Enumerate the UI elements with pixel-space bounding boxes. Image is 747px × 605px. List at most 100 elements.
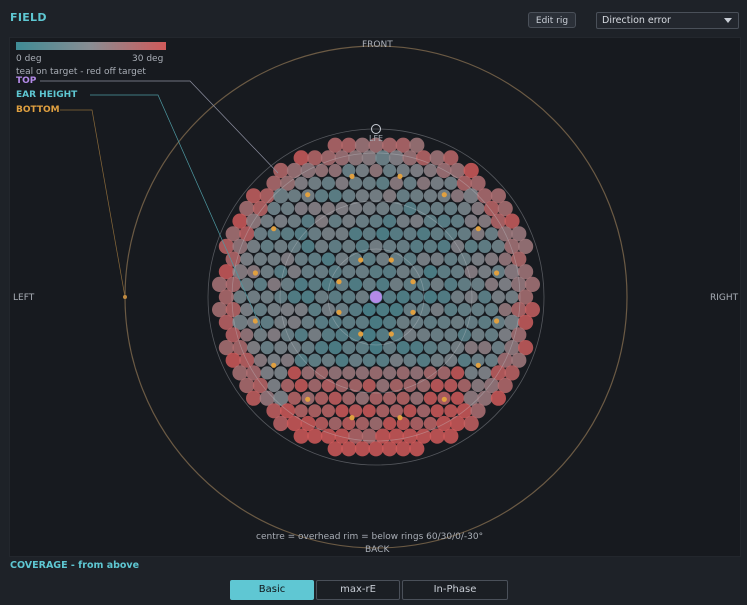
speaker-disc [464, 341, 478, 355]
speaker-disc [253, 353, 267, 367]
speaker-disc [308, 303, 322, 317]
speaker-disc [430, 176, 444, 190]
speaker-disc [369, 366, 383, 380]
speaker-disc [451, 265, 465, 279]
speaker-disc [430, 277, 444, 291]
speaker-disc [409, 441, 425, 457]
speaker-disc [382, 441, 398, 457]
speaker-disc [328, 416, 342, 431]
speaker-disc [315, 391, 329, 405]
speaker-disc [369, 341, 383, 355]
speaker-marker [358, 257, 364, 263]
speaker-disc [308, 176, 322, 190]
speaker-disc [308, 378, 322, 393]
speaker-disc [498, 328, 512, 342]
speaker-disc [240, 252, 254, 266]
speaker-disc [376, 378, 390, 393]
speaker-disc [341, 441, 357, 457]
speaker-disc [491, 341, 505, 355]
speaker-disc [335, 353, 349, 367]
tab-in-phase[interactable]: In-Phase [402, 580, 508, 600]
speaker-disc [281, 201, 295, 216]
speaker-disc [396, 189, 410, 203]
speaker-marker [336, 279, 342, 285]
speaker-disc [376, 252, 390, 266]
speaker-disc [485, 303, 499, 317]
tab-max-re[interactable]: max-rE [316, 580, 400, 600]
speaker-disc [267, 328, 281, 342]
direction-front: FRONT [362, 40, 393, 50]
speaker-disc [260, 315, 274, 329]
speaker-disc [362, 378, 376, 393]
speaker-disc [307, 428, 323, 444]
tab-basic[interactable]: Basic [230, 580, 314, 600]
speaker-disc [423, 239, 437, 253]
speaker-disc [396, 214, 410, 228]
speaker-disc [335, 404, 349, 418]
speaker-disc [355, 416, 369, 431]
speaker-marker [441, 396, 447, 402]
speaker-disc [457, 353, 471, 367]
speaker-disc [451, 391, 465, 405]
speaker-disc [362, 201, 376, 216]
speaker-disc [369, 189, 383, 203]
speaker-marker [388, 257, 394, 263]
speaker-disc [444, 201, 458, 216]
speaker-disc [369, 391, 383, 405]
speaker-disc [410, 163, 424, 178]
speaker-marker [494, 318, 500, 324]
speaker-disc [444, 227, 458, 241]
speaker-disc [315, 290, 329, 304]
speaker-marker [397, 415, 403, 421]
speaker-disc [267, 252, 281, 266]
speaker-disc [396, 315, 410, 329]
speaker-disc [471, 277, 485, 291]
speaker-disc [335, 378, 349, 393]
speaker-disc [396, 290, 410, 304]
speaker-disc [485, 353, 499, 367]
speaker-disc [444, 404, 458, 418]
speaker-disc [321, 201, 335, 216]
speaker-disc [376, 201, 390, 216]
speaker-disc [308, 201, 322, 216]
speaker-disc [253, 227, 267, 241]
speaker-disc [498, 277, 512, 291]
speaker-disc [315, 239, 329, 253]
speaker-disc [362, 303, 376, 317]
speaker-disc [478, 290, 492, 304]
speaker-disc [423, 265, 437, 279]
speaker-disc [253, 328, 267, 342]
speaker-disc [274, 265, 288, 279]
speaker-disc [342, 341, 356, 355]
speaker-disc [274, 341, 288, 355]
speaker-disc [403, 176, 417, 190]
speaker-disc [376, 277, 390, 291]
speaker-disc [287, 391, 301, 405]
speaker-disc [457, 277, 471, 291]
speaker-disc [349, 277, 363, 291]
speaker-disc [362, 176, 376, 190]
speaker-disc [281, 277, 295, 291]
speaker-disc [451, 214, 465, 228]
speaker-disc [396, 366, 410, 380]
speaker-disc [274, 214, 288, 228]
view-mode-select[interactable]: Direction error [596, 12, 739, 29]
speaker-disc [430, 404, 444, 418]
speaker-disc [457, 303, 471, 317]
speaker-disc [287, 189, 301, 203]
speaker-disc [321, 328, 335, 342]
speaker-disc [444, 252, 458, 266]
speaker-disc [410, 290, 424, 304]
speaker-disc [293, 428, 309, 444]
speaker-disc [388, 150, 404, 166]
edit-rig-button[interactable]: Edit rig [528, 12, 576, 28]
speaker-disc [430, 201, 444, 216]
scale-max-label: 30 deg [132, 54, 164, 64]
speaker-disc [410, 341, 424, 355]
speaker-disc [478, 214, 492, 228]
speaker-disc [260, 214, 274, 228]
footnote: centre = overhead rim = below rings 60/3… [256, 532, 484, 542]
speaker-disc [423, 290, 437, 304]
speaker-disc [287, 214, 301, 228]
legend-top: TOP [16, 76, 37, 86]
